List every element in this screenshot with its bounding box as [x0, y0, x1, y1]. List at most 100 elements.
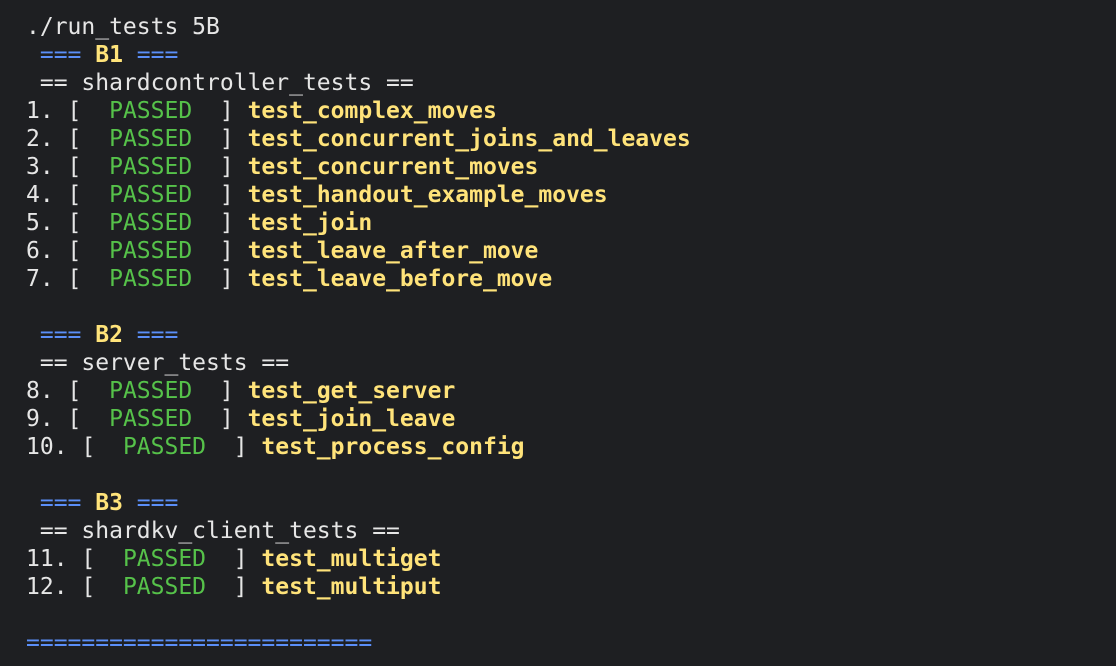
- status-badge: PASSED: [122, 574, 207, 600]
- test-number: 5.: [26, 210, 54, 236]
- suite-name: server_tests: [81, 350, 248, 376]
- test-row: 12. [ PASSED ] test_multiput: [26, 573, 1106, 601]
- suite-header-equals: ==: [26, 518, 82, 544]
- test-number: 2.: [26, 126, 54, 152]
- test-number: 6.: [26, 238, 54, 264]
- suite-header-equals: ==: [358, 518, 400, 544]
- group-id: B2: [95, 322, 123, 348]
- test-row: 3. [ PASSED ] test_concurrent_moves: [26, 153, 1106, 181]
- status-bracket-open: [: [67, 574, 123, 600]
- status-bracket-open: [: [53, 406, 110, 432]
- status-badge: PASSED: [109, 210, 193, 236]
- test-number: 1.: [26, 98, 54, 124]
- status-bracket-close: ]: [192, 126, 248, 152]
- group-header-equals: ===: [26, 42, 96, 68]
- test-number: 8.: [26, 378, 54, 404]
- test-name: test_get_server: [247, 378, 456, 404]
- test-row: 7. [ PASSED ] test_leave_before_move: [26, 265, 1106, 293]
- test-number: 7.: [26, 266, 54, 292]
- status-badge: PASSED: [122, 546, 207, 572]
- suite-name: shardkv_client_tests: [81, 518, 359, 544]
- suite-header-equals: ==: [26, 350, 82, 376]
- test-row: 11. [ PASSED ] test_multiget: [26, 545, 1106, 573]
- test-name: test_join: [247, 210, 373, 236]
- test-name: test_multiget: [261, 546, 442, 572]
- status-bracket-open: [: [53, 210, 110, 236]
- group-id: B3: [95, 490, 123, 516]
- status-badge: PASSED: [109, 154, 193, 180]
- status-bracket-open: [: [67, 546, 123, 572]
- status-bracket-open: [: [53, 98, 110, 124]
- terminal-output[interactable]: ./run_tests 5B === B1 === == shardcontro…: [26, 13, 1106, 657]
- status-badge: PASSED: [109, 266, 193, 292]
- group-header-equals: ===: [26, 490, 96, 516]
- test-row: 10. [ PASSED ] test_process_config: [26, 433, 1106, 461]
- status-badge: PASSED: [109, 126, 193, 152]
- command-line: ./run_tests 5B: [26, 14, 220, 40]
- group-header-equals: ===: [122, 490, 179, 516]
- test-number: 3.: [26, 154, 54, 180]
- test-row: 1. [ PASSED ] test_complex_moves: [26, 97, 1106, 125]
- test-name: test_leave_before_move: [247, 266, 553, 292]
- status-bracket-open: [: [53, 378, 110, 404]
- status-badge: PASSED: [109, 98, 193, 124]
- test-row: 2. [ PASSED ] test_concurrent_joins_and_…: [26, 125, 1106, 153]
- status-bracket-close: ]: [192, 210, 248, 236]
- status-bracket-close: ]: [192, 182, 248, 208]
- suite-header: == shardcontroller_tests ==: [26, 69, 1106, 97]
- status-bracket-close: ]: [192, 378, 248, 404]
- test-name: test_join_leave: [247, 406, 456, 432]
- test-name: test_process_config: [261, 434, 525, 460]
- suite-header-equals: ==: [247, 350, 290, 376]
- status-bracket-open: [: [53, 182, 110, 208]
- suite-header-equals: ==: [372, 70, 414, 96]
- suite-header: == shardkv_client_tests ==: [26, 517, 1106, 545]
- status-bracket-close: ]: [192, 98, 248, 124]
- group-header-equals: ===: [122, 42, 179, 68]
- test-number: 4.: [26, 182, 54, 208]
- test-row: 8. [ PASSED ] test_get_server: [26, 377, 1106, 405]
- status-bracket-close: ]: [192, 266, 248, 292]
- status-badge: PASSED: [109, 406, 193, 432]
- group-id: B1: [95, 42, 123, 68]
- status-bracket-open: [: [53, 154, 110, 180]
- suite-header-equals: ==: [26, 70, 82, 96]
- suite-header: == server_tests ==: [26, 349, 1106, 377]
- group-header: === B1 ===: [26, 41, 1106, 69]
- summary-divider: =========================: [26, 630, 373, 656]
- status-bracket-open: [: [53, 126, 110, 152]
- status-badge: PASSED: [122, 434, 207, 460]
- test-number: 11.: [26, 546, 68, 572]
- status-bracket-open: [: [67, 434, 123, 460]
- status-bracket-close: ]: [192, 154, 248, 180]
- test-name: test_multiput: [261, 574, 442, 600]
- status-bracket-open: [: [53, 238, 110, 264]
- status-bracket-close: ]: [206, 574, 262, 600]
- test-number: 10.: [26, 434, 68, 460]
- status-bracket-close: ]: [192, 406, 248, 432]
- status-bracket-close: ]: [206, 434, 262, 460]
- test-number: 9.: [26, 406, 54, 432]
- test-row: 5. [ PASSED ] test_join: [26, 209, 1106, 237]
- suite-name: shardcontroller_tests: [81, 70, 373, 96]
- test-row: 4. [ PASSED ] test_handout_example_moves: [26, 181, 1106, 209]
- test-groups: === B1 === == shardcontroller_tests == 1.…: [26, 41, 1106, 601]
- test-name: test_concurrent_moves: [247, 154, 539, 180]
- test-row: 9. [ PASSED ] test_join_leave: [26, 405, 1106, 433]
- status-badge: PASSED: [109, 182, 193, 208]
- test-number: 12.: [26, 574, 68, 600]
- test-name: test_handout_example_moves: [247, 182, 608, 208]
- test-name: test_complex_moves: [247, 98, 497, 124]
- test-name: test_concurrent_joins_and_leaves: [247, 126, 691, 152]
- status-badge: PASSED: [109, 378, 193, 404]
- group-header: === B3 ===: [26, 489, 1106, 517]
- status-bracket-close: ]: [206, 546, 262, 572]
- test-row: 6. [ PASSED ] test_leave_after_move: [26, 237, 1106, 265]
- group-header-equals: ===: [26, 322, 96, 348]
- group-header: === B2 ===: [26, 321, 1106, 349]
- status-bracket-close: ]: [192, 238, 248, 264]
- status-badge: PASSED: [109, 238, 193, 264]
